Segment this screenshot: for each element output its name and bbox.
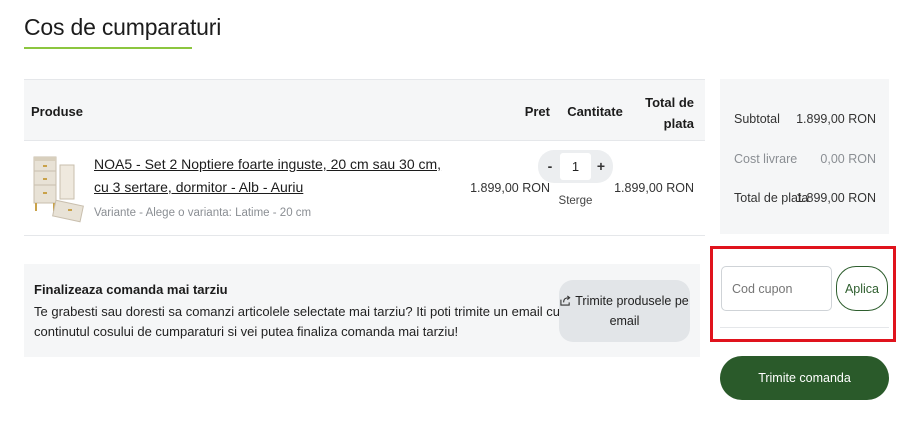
total-value: 1.899,00 RON — [796, 191, 876, 205]
submit-order-button[interactable]: Trimite comanda — [720, 356, 889, 400]
table-row: NOA5 - Set 2 Noptiere foarte inguste, 20… — [24, 141, 705, 236]
quantity-decrease-button[interactable]: - — [540, 150, 560, 183]
quantity-stepper: - 1 + — [538, 150, 613, 183]
subtotal-value: 1.899,00 RON — [796, 112, 876, 126]
cart-table: Produse Pret Cantitate Total de plata NO… — [24, 79, 705, 236]
shipping-label: Cost livrare — [734, 152, 798, 166]
header-quantity: Cantitate — [567, 104, 623, 119]
email-products-label: Trimite produsele pe email — [575, 294, 689, 328]
coupon-divider — [720, 327, 889, 328]
product-name-link[interactable]: NOA5 - Set 2 Noptiere foarte inguste, 20… — [94, 153, 449, 199]
order-summary: Subtotal 1.899,00 RON Cost livrare 0,00 … — [720, 79, 889, 234]
title-underline — [24, 47, 192, 49]
header-products: Produse — [31, 104, 84, 119]
header-price: Pret — [524, 104, 550, 119]
subtotal-label: Subtotal — [734, 112, 780, 126]
product-thumbnail[interactable] — [30, 151, 86, 227]
product-variant: Variante - Alege o varianta: Latime - 20… — [94, 207, 312, 219]
checkout-later-text: Te grabesti sau doresti sa comanzi artic… — [34, 304, 561, 339]
product-total: 1.899,00 RON — [614, 181, 694, 195]
coupon-input[interactable] — [721, 266, 832, 311]
checkout-later-title: Finalizeaza comanda mai tarziu — [34, 282, 228, 297]
email-products-button[interactable]: Trimite produsele pe email — [559, 280, 690, 342]
checkout-later-box: Finalizeaza comanda mai tarziu Te grabes… — [24, 264, 700, 357]
page-title: Cos de cumparaturi — [24, 14, 222, 40]
remove-item-link[interactable]: Sterge — [538, 195, 613, 207]
quantity-input[interactable]: 1 — [560, 153, 591, 180]
apply-coupon-button[interactable]: Aplica — [836, 266, 888, 311]
quantity-increase-button[interactable]: + — [591, 150, 611, 183]
share-icon — [560, 295, 571, 306]
header-total: Total de plata — [645, 95, 694, 131]
product-price: 1.899,00 RON — [470, 181, 550, 195]
cart-table-header: Produse Pret Cantitate Total de plata — [24, 79, 705, 141]
shipping-value: 0,00 RON — [820, 152, 876, 166]
